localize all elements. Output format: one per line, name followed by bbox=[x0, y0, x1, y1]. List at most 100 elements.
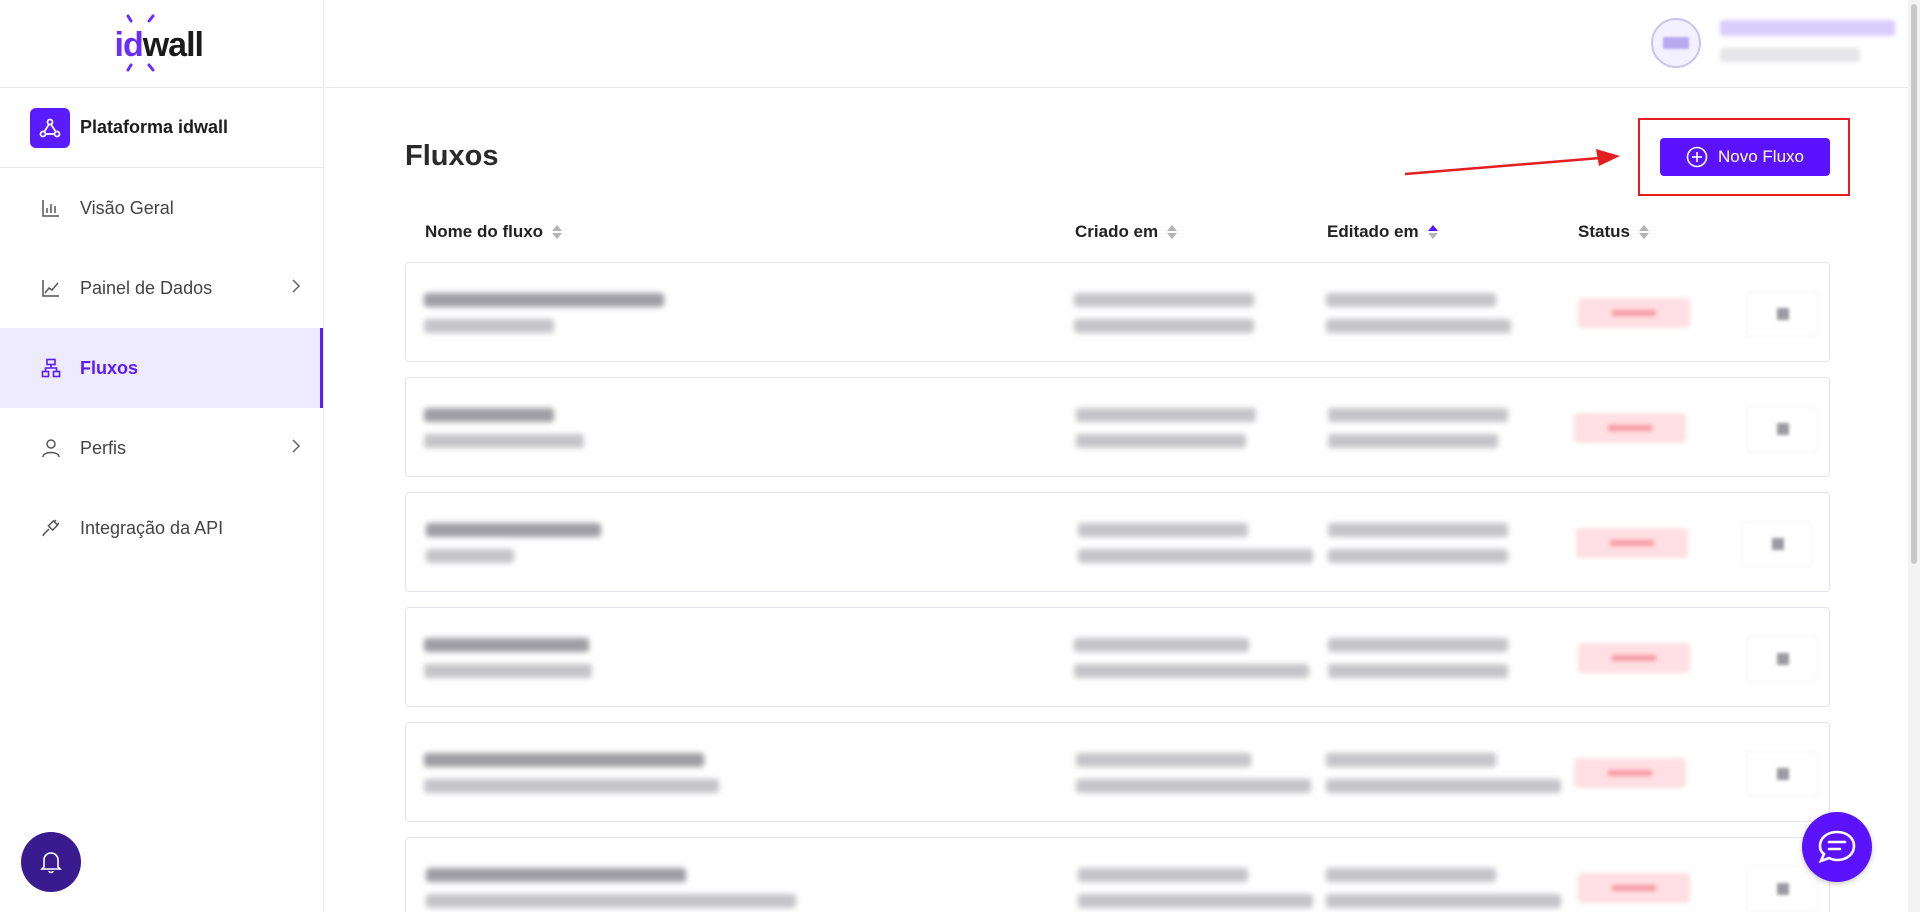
status-badge-redacted bbox=[1574, 413, 1686, 443]
line-chart-icon bbox=[40, 277, 62, 299]
logo-text-wall: wall bbox=[142, 25, 204, 64]
flow-name-redacted bbox=[426, 523, 601, 537]
table-row[interactable] bbox=[405, 722, 1830, 822]
chevron-right-icon bbox=[292, 439, 301, 453]
annotation-arrow bbox=[1404, 149, 1620, 176]
table-row[interactable] bbox=[405, 377, 1830, 477]
novo-fluxo-button[interactable]: Novo Fluxo bbox=[1660, 138, 1830, 176]
sidebar-item-visao-geral[interactable]: Visão Geral bbox=[0, 168, 323, 248]
flow-description-redacted bbox=[426, 894, 796, 908]
edited-by-redacted bbox=[1328, 664, 1508, 678]
created-date-redacted bbox=[1074, 293, 1254, 307]
created-date-redacted bbox=[1074, 638, 1249, 652]
table-row[interactable] bbox=[405, 837, 1830, 912]
edited-by-redacted bbox=[1326, 779, 1561, 793]
row-action-button[interactable] bbox=[1746, 291, 1818, 337]
column-header-label: Status bbox=[1578, 222, 1630, 241]
column-header-label: Nome do fluxo bbox=[425, 222, 544, 241]
column-header-status[interactable]: Status bbox=[1578, 222, 1650, 242]
notifications-button[interactable] bbox=[21, 832, 81, 892]
status-badge-redacted bbox=[1578, 873, 1690, 903]
flow-description-redacted bbox=[424, 434, 584, 448]
sidebar-item-fluxos[interactable]: Fluxos bbox=[0, 328, 323, 408]
sort-asc-active-icon bbox=[1427, 225, 1438, 239]
status-badge-redacted bbox=[1578, 643, 1690, 673]
novo-fluxo-label: Novo Fluxo bbox=[1718, 147, 1804, 166]
flow-description-redacted bbox=[424, 319, 554, 333]
sidebar-item-painel-de-dados[interactable]: Painel de Dados bbox=[0, 248, 323, 328]
column-header-label: Criado em bbox=[1075, 222, 1159, 241]
sidebar-item-label: Visão Geral bbox=[80, 197, 174, 218]
flow-description-redacted bbox=[426, 549, 514, 563]
row-action-button[interactable] bbox=[1746, 751, 1818, 797]
created-by-redacted bbox=[1074, 664, 1309, 678]
edited-by-redacted bbox=[1326, 894, 1561, 908]
row-action-button[interactable] bbox=[1746, 406, 1818, 452]
created-by-redacted bbox=[1076, 779, 1311, 793]
sidebar-nav: Visão Geral Painel de Dados Fluxos Perfi… bbox=[0, 168, 323, 568]
chat-support-button[interactable] bbox=[1802, 812, 1872, 882]
scrollbar-thumb[interactable] bbox=[1911, 4, 1917, 564]
flow-name-redacted bbox=[426, 868, 686, 882]
edited-date-redacted bbox=[1326, 868, 1496, 882]
created-date-redacted bbox=[1078, 523, 1248, 537]
sort-icon bbox=[1638, 225, 1649, 239]
page-scrollbar[interactable] bbox=[1908, 0, 1920, 912]
page-title: Fluxos bbox=[405, 140, 499, 172]
chat-bubble-icon bbox=[1818, 830, 1856, 864]
column-header-nome[interactable]: Nome do fluxo bbox=[425, 222, 563, 242]
column-header-criado[interactable]: Criado em bbox=[1075, 222, 1178, 242]
idwall-logo[interactable]: idwall bbox=[107, 14, 217, 74]
sidebar-item-perfis[interactable]: Perfis bbox=[0, 408, 323, 488]
sort-icon bbox=[552, 225, 563, 239]
bar-chart-icon bbox=[40, 197, 62, 219]
created-date-redacted bbox=[1076, 753, 1251, 767]
logo-area: idwall bbox=[0, 0, 323, 88]
column-header-editado[interactable]: Editado em bbox=[1327, 222, 1439, 242]
created-by-redacted bbox=[1078, 894, 1313, 908]
row-action-button[interactable] bbox=[1746, 636, 1818, 682]
avatar[interactable] bbox=[1651, 18, 1701, 68]
sidebar-item-integracao-api[interactable]: Integração da API bbox=[0, 488, 323, 568]
created-by-redacted bbox=[1078, 549, 1313, 563]
flow-name-redacted bbox=[424, 753, 704, 767]
platform-label: Plataforma idwall bbox=[80, 117, 229, 137]
created-date-redacted bbox=[1078, 868, 1248, 882]
user-name-redacted[interactable] bbox=[1720, 20, 1895, 36]
platform-switcher[interactable]: Plataforma idwall bbox=[0, 88, 323, 168]
sidebar: idwall Plataforma idwall Visão Geral Pai… bbox=[0, 0, 324, 912]
flows-list bbox=[405, 262, 1830, 912]
table-row[interactable] bbox=[405, 492, 1830, 592]
created-date-redacted bbox=[1076, 408, 1256, 422]
edited-by-redacted bbox=[1328, 549, 1508, 563]
column-header-label: Editado em bbox=[1327, 222, 1419, 241]
status-badge-redacted bbox=[1578, 298, 1690, 328]
top-bar bbox=[325, 0, 1920, 88]
table-row[interactable] bbox=[405, 607, 1830, 707]
flow-name-redacted bbox=[424, 293, 664, 307]
bell-icon bbox=[40, 852, 62, 874]
sort-icon bbox=[1167, 225, 1178, 239]
created-by-redacted bbox=[1074, 319, 1254, 333]
edited-by-redacted bbox=[1326, 319, 1511, 333]
table-row[interactable] bbox=[405, 262, 1830, 362]
sidebar-item-label: Fluxos bbox=[80, 357, 139, 378]
edited-date-redacted bbox=[1326, 753, 1496, 767]
flow-name-redacted bbox=[424, 408, 554, 422]
edited-date-redacted bbox=[1328, 523, 1508, 537]
logo-text: idwall bbox=[114, 25, 204, 65]
created-by-redacted bbox=[1076, 434, 1246, 448]
sidebar-item-label: Perfis bbox=[80, 437, 127, 458]
flow-description-redacted bbox=[424, 664, 592, 678]
app-window: idwall Plataforma idwall Visão Geral Pai… bbox=[0, 0, 1920, 912]
edited-date-redacted bbox=[1328, 638, 1508, 652]
plus-circle-icon bbox=[1686, 146, 1708, 168]
sidebar-item-label: Integração da API bbox=[80, 517, 224, 538]
edited-by-redacted bbox=[1328, 434, 1498, 448]
logo-text-id: id bbox=[114, 25, 144, 64]
row-action-button[interactable] bbox=[1746, 866, 1818, 912]
row-action-button[interactable] bbox=[1741, 521, 1813, 567]
edited-date-redacted bbox=[1328, 408, 1508, 422]
plug-icon bbox=[40, 517, 62, 539]
sidebar-item-label: Painel de Dados bbox=[80, 277, 213, 298]
